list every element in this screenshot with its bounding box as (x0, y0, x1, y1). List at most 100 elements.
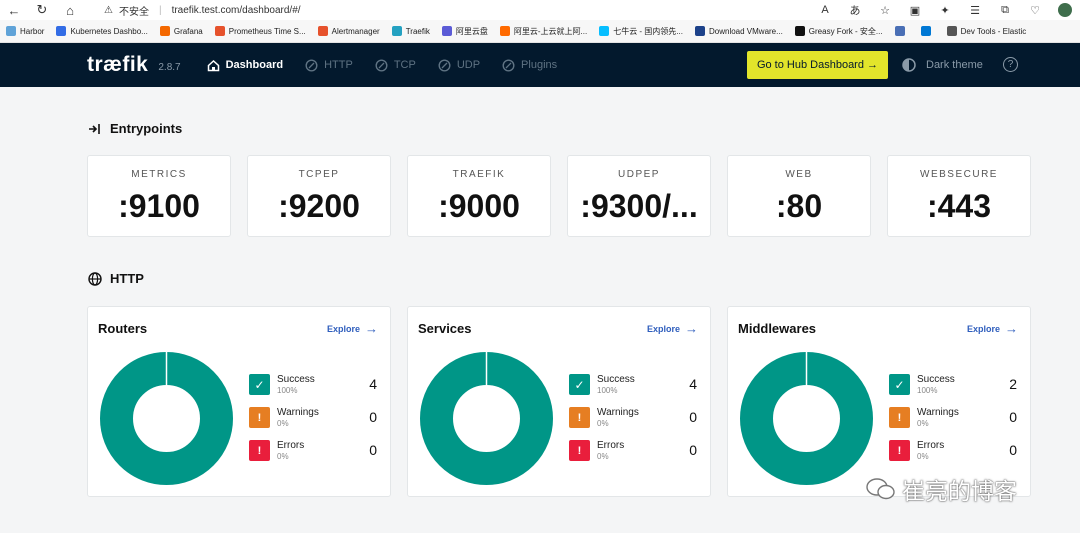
version-label: 2.8.7 (158, 61, 181, 73)
entrypoint-card: TCPEP:9200 (247, 155, 391, 237)
arrow-right-icon: → (365, 321, 378, 336)
stat-label: Warnings (917, 407, 959, 418)
explore-link[interactable]: Explore → (647, 321, 698, 336)
warning-icon: ⚠ (104, 4, 113, 16)
stat-percent: 0% (917, 452, 929, 461)
help-icon[interactable]: ? (1003, 57, 1018, 72)
warning-icon: ! (249, 407, 270, 428)
stat-success: ✓ Success 100% 4 (249, 374, 377, 398)
collections-icon[interactable]: ⧉ (990, 0, 1020, 20)
bookmark-item[interactable]: Kubernetes Dashbo... (56, 26, 148, 36)
nav-http[interactable]: HTTP (305, 58, 353, 72)
bookmark-item[interactable]: 阿里云-上云就上阿... (499, 26, 587, 37)
url-field[interactable]: ⚠ 不安全 | traefik.test.com/dashboard/#/ (104, 3, 301, 18)
arrow-right-icon: → (685, 321, 698, 336)
error-icon: ! (889, 440, 910, 461)
stat-warnings: ! Warnings 0% 0 (889, 407, 1017, 431)
favorite-icon[interactable]: ☆ (870, 0, 900, 20)
divider: | (158, 4, 162, 16)
bookmark-item[interactable]: Download VMware... (694, 26, 783, 36)
extensions-icon[interactable]: ✦ (930, 0, 960, 20)
entrypoints-icon (89, 123, 100, 134)
stat-errors: ! Errors 0% 0 (889, 440, 1017, 464)
bookmark-icon (499, 26, 510, 36)
reload-icon[interactable]: ↻ (28, 0, 56, 20)
bookmark-icon (317, 26, 328, 36)
nav-dashboard[interactable]: Dashboard (207, 59, 283, 72)
stat-label: Warnings (277, 407, 319, 418)
nav-udp[interactable]: UDP (438, 58, 481, 72)
contrast-icon (902, 58, 916, 72)
nav-label: UDP (456, 59, 481, 71)
stat-label: Errors (917, 440, 945, 451)
browser-essentials-icon[interactable]: ♡ (1020, 0, 1050, 20)
stat-count: 0 (369, 409, 377, 425)
back-icon[interactable]: ← (0, 0, 28, 20)
nav-label: TCP (393, 59, 416, 71)
entrypoint-card: WEB:80 (727, 155, 871, 237)
dark-theme-toggle[interactable]: Dark theme (902, 43, 983, 87)
globe-icon (88, 271, 102, 286)
warning-icon: ! (569, 407, 590, 428)
translate-icon[interactable]: あ (840, 0, 870, 20)
success-check-icon: ✓ (249, 374, 270, 395)
bookmark-item[interactable]: Alertmanager (317, 26, 380, 36)
success-check-icon: ✓ (889, 374, 910, 395)
bookmark-icon (694, 26, 705, 36)
explore-link[interactable]: Explore → (967, 321, 1018, 336)
warning-icon: ! (889, 407, 910, 428)
stat-percent: 0% (597, 452, 609, 461)
stat-count: 2 (1009, 376, 1017, 392)
profile-avatar[interactable] (1050, 0, 1080, 20)
entrypoint-card: METRICS:9100 (87, 155, 231, 237)
udp-icon (438, 58, 451, 72)
favorites-bar-icon[interactable]: ☰ (960, 0, 990, 20)
nav-plugins[interactable]: Plugins (502, 58, 558, 72)
read-aloud-icon[interactable]: A (810, 0, 840, 20)
stat-warnings: ! Warnings 0% 0 (569, 407, 697, 431)
bookmark-icon (56, 26, 67, 36)
status-donut-chart (740, 352, 873, 485)
home-icon[interactable]: ⌂ (56, 0, 84, 20)
bookmark-label: Harbor (20, 26, 45, 36)
explore-link[interactable]: Explore → (327, 321, 378, 336)
stat-label: Warnings (597, 407, 639, 418)
stat-count: 0 (1009, 409, 1017, 425)
bookmark-item[interactable]: 阿里云盘 (441, 26, 488, 37)
globe-icon (305, 58, 318, 72)
hub-dashboard-button[interactable]: Go to Hub Dashboard → (747, 51, 888, 79)
bookmark-item[interactable] (894, 26, 909, 36)
tcp-icon (375, 58, 388, 72)
bookmark-item[interactable]: Dev Tools - Elastic (946, 26, 1026, 36)
traefik-logo[interactable]: træfik (87, 53, 148, 77)
bookmark-label: Grafana (173, 26, 203, 36)
watermark-text: 崔亮的博客 (902, 478, 1017, 504)
bookmark-item[interactable]: 七牛云 - 国内领先... (599, 26, 683, 37)
app-header: træfik 2.8.7 Dashboard HTTP TCP UDP Plugins … (0, 43, 1080, 87)
stat-count: 4 (689, 376, 697, 392)
entrypoint-name: WEB (785, 169, 813, 180)
bookmark-item[interactable] (920, 26, 935, 36)
bookmark-item[interactable]: Traefik (391, 26, 430, 36)
stat-label: Success (277, 374, 315, 385)
bookmark-item[interactable]: Harbor (6, 26, 44, 36)
bookmark-item[interactable]: Grafana (159, 26, 203, 36)
entrypoints-heading: Entrypoints (88, 121, 182, 136)
bookmark-item[interactable]: Prometheus Time S... (214, 26, 306, 36)
panel-title: Services (418, 321, 472, 336)
bookmark-item[interactable]: Greasy Fork - 安全... (794, 26, 883, 37)
nav-label: Plugins (521, 59, 558, 71)
home-icon (207, 59, 219, 71)
error-icon: ! (569, 440, 590, 461)
stat-warnings: ! Warnings 0% 0 (249, 407, 377, 431)
http-routers-panel: Routers Explore → ✓ Success 100% 4! Warnings 0% 0… (87, 306, 391, 497)
stat-percent: 100% (917, 386, 938, 395)
split-screen-icon[interactable]: ▣ (900, 0, 930, 20)
entrypoint-name: UDPEP (618, 169, 660, 180)
bookmark-label: Kubernetes Dashbo... (70, 26, 148, 36)
nav-tcp[interactable]: TCP (375, 58, 416, 72)
wechat-icon (866, 478, 895, 500)
bookmark-label: 阿里云盘 (455, 26, 488, 36)
entrypoint-card: TRAEFIK:9000 (407, 155, 551, 237)
entrypoint-port: :9300/... (580, 188, 698, 224)
